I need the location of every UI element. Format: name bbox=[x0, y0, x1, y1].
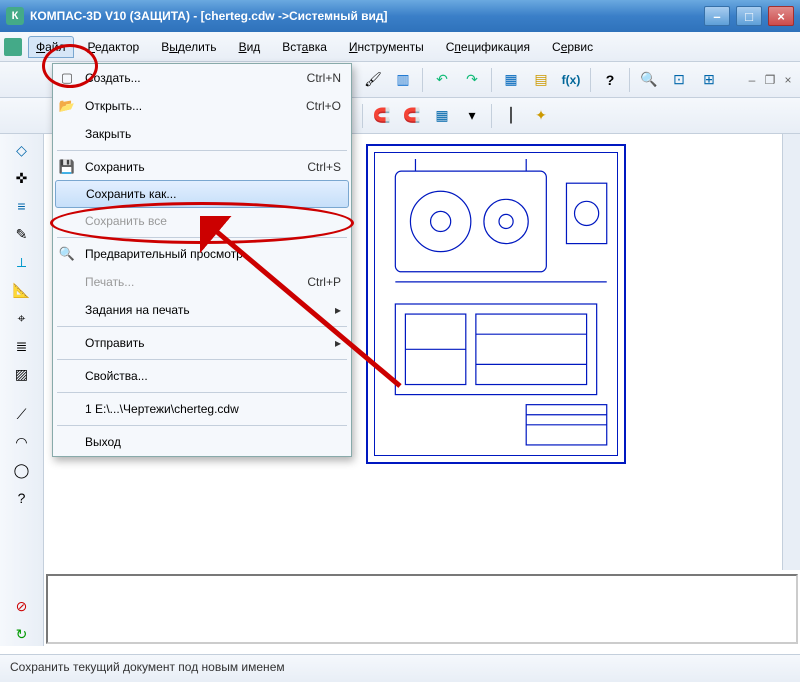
save-disk-icon: 💾 bbox=[57, 157, 77, 177]
separator bbox=[57, 150, 347, 151]
tool-hatch-icon[interactable]: ▨ bbox=[10, 362, 34, 386]
menu-insert[interactable]: Вставка bbox=[274, 36, 335, 58]
tool-line-icon[interactable]: ⟋ bbox=[10, 402, 34, 426]
tool-param-icon[interactable]: ⟂ bbox=[10, 250, 34, 274]
separator bbox=[57, 425, 347, 426]
dd-printjobs[interactable]: Задания на печать ▸ bbox=[53, 296, 351, 324]
separator bbox=[491, 68, 492, 92]
maximize-button[interactable]: □ bbox=[736, 6, 762, 26]
window-title: КОМПАС-3D V10 (ЗАЩИТА) - [cherteg.cdw ->… bbox=[30, 9, 388, 23]
blank-icon bbox=[58, 184, 78, 204]
new-document-icon: ▢ bbox=[57, 68, 77, 88]
menu-service[interactable]: Сервис bbox=[544, 36, 601, 58]
manager-icon[interactable]: ▤ bbox=[528, 67, 554, 93]
tool-designation-icon[interactable]: ≡ bbox=[10, 194, 34, 218]
separator bbox=[57, 359, 347, 360]
dd-saveas[interactable]: Сохранить как... bbox=[55, 180, 349, 208]
tool-circle-icon[interactable]: ◯ bbox=[10, 458, 34, 482]
library-icon[interactable]: ▦ bbox=[498, 67, 524, 93]
mdi-close-icon[interactable]: × bbox=[780, 72, 796, 88]
blank-icon bbox=[57, 272, 77, 292]
dd-print[interactable]: Печать... Ctrl+P bbox=[53, 268, 351, 296]
menu-file[interactable]: Файл bbox=[28, 36, 74, 58]
mdi-minimize-icon[interactable]: – bbox=[744, 72, 760, 88]
dd-save[interactable]: 💾 Сохранить Ctrl+S bbox=[53, 153, 351, 181]
app-icon: К bbox=[6, 7, 24, 25]
separator bbox=[362, 104, 363, 128]
blank-icon bbox=[57, 300, 77, 320]
magnet-red-icon[interactable]: 🧲 bbox=[369, 103, 395, 129]
tool-spec-icon[interactable]: ≣ bbox=[10, 334, 34, 358]
tool-stop-icon[interactable]: ⊘ bbox=[10, 594, 34, 618]
separator bbox=[57, 326, 347, 327]
help-icon[interactable]: ? bbox=[597, 67, 623, 93]
statusbar: Сохранить текущий документ под новым име… bbox=[0, 654, 800, 682]
preview-icon: 🔍 bbox=[57, 244, 77, 264]
zoom-all-icon[interactable]: ⊞ bbox=[696, 67, 722, 93]
separator bbox=[629, 68, 630, 92]
menu-select[interactable]: Выделить bbox=[153, 36, 224, 58]
mdi-restore-icon[interactable]: ❐ bbox=[762, 72, 778, 88]
tool-edit-icon[interactable]: ✎ bbox=[10, 222, 34, 246]
dd-send[interactable]: Отправить ▸ bbox=[53, 329, 351, 357]
separator bbox=[57, 392, 347, 393]
brush-icon[interactable]: 🖌 bbox=[360, 67, 386, 93]
close-button[interactable]: × bbox=[768, 6, 794, 26]
separator bbox=[590, 68, 591, 92]
tool-geometry-icon[interactable]: ◇ bbox=[10, 138, 34, 162]
blank-icon bbox=[57, 399, 77, 419]
blank-icon bbox=[57, 432, 77, 452]
line-tool-icon[interactable]: ⎮ bbox=[498, 103, 524, 129]
menu-specification[interactable]: Спецификация bbox=[438, 36, 538, 58]
separator bbox=[491, 104, 492, 128]
gearbox-drawing bbox=[375, 153, 617, 455]
grid-icon[interactable]: ▦ bbox=[429, 103, 455, 129]
separator bbox=[57, 237, 347, 238]
dropdown-icon[interactable]: ▾ bbox=[459, 103, 485, 129]
statusbar-text: Сохранить текущий документ под новым име… bbox=[10, 660, 285, 674]
sparkle-icon[interactable]: ✦ bbox=[528, 103, 554, 129]
left-toolbar: ◇ ✜ ≡ ✎ ⟂ 📐 ⌖ ≣ ▨ ⟋ ◠ ◯ ? ⊘ ↻ bbox=[0, 134, 44, 646]
redo-icon[interactable]: ↷ bbox=[459, 67, 485, 93]
tool-arc-icon[interactable]: ◠ bbox=[10, 430, 34, 454]
tool-refresh-icon[interactable]: ↻ bbox=[10, 622, 34, 646]
blank-icon bbox=[57, 366, 77, 386]
dd-exit[interactable]: Выход bbox=[53, 428, 351, 456]
drawing-inner bbox=[374, 152, 618, 456]
zoom-fit-icon[interactable]: ⊡ bbox=[666, 67, 692, 93]
separator bbox=[422, 68, 423, 92]
dd-saveall[interactable]: Сохранить все bbox=[53, 207, 351, 235]
undo-icon[interactable]: ↶ bbox=[429, 67, 455, 93]
open-folder-icon: 📂 bbox=[57, 96, 77, 116]
menubar-app-icon bbox=[4, 38, 22, 56]
menu-editor[interactable]: Редактор bbox=[80, 36, 148, 58]
window-icon[interactable]: ▥ bbox=[390, 67, 416, 93]
dd-create[interactable]: ▢ Создать... Ctrl+N bbox=[53, 64, 351, 92]
tool-help-icon[interactable]: ? bbox=[10, 486, 34, 510]
blank-icon bbox=[57, 333, 77, 353]
dd-open[interactable]: 📂 Открыть... Ctrl+O bbox=[53, 92, 351, 120]
vertical-scrollbar[interactable] bbox=[782, 134, 800, 570]
zoom-plus-icon[interactable]: 🔍 bbox=[636, 67, 662, 93]
dd-recent[interactable]: 1 E:\...\Чертежи\cherteg.cdw bbox=[53, 395, 351, 423]
drawing-frame bbox=[366, 144, 626, 464]
dd-props[interactable]: Свойства... bbox=[53, 362, 351, 390]
tool-select-icon[interactable]: ⌖ bbox=[10, 306, 34, 330]
fx-icon[interactable]: f(x) bbox=[558, 67, 584, 93]
dd-preview[interactable]: 🔍 Предварительный просмотр bbox=[53, 240, 351, 268]
magnet-red2-icon[interactable]: 🧲 bbox=[399, 103, 425, 129]
file-dropdown: ▢ Создать... Ctrl+N 📂 Открыть... Ctrl+O … bbox=[52, 63, 352, 457]
dd-close[interactable]: Закрыть bbox=[53, 120, 351, 148]
titlebar: К КОМПАС-3D V10 (ЗАЩИТА) - [cherteg.cdw … bbox=[0, 0, 800, 32]
blank-icon bbox=[57, 124, 77, 144]
minimize-button[interactable]: – bbox=[704, 6, 730, 26]
tool-measure-icon[interactable]: 📐 bbox=[10, 278, 34, 302]
blank-icon bbox=[57, 211, 77, 231]
menu-view[interactable]: Вид bbox=[231, 36, 269, 58]
message-panel bbox=[46, 574, 798, 644]
menubar: Файл Редактор Выделить Вид Вставка Инстр… bbox=[0, 32, 800, 62]
menu-tools[interactable]: Инструменты bbox=[341, 36, 432, 58]
tool-dimension-icon[interactable]: ✜ bbox=[10, 166, 34, 190]
